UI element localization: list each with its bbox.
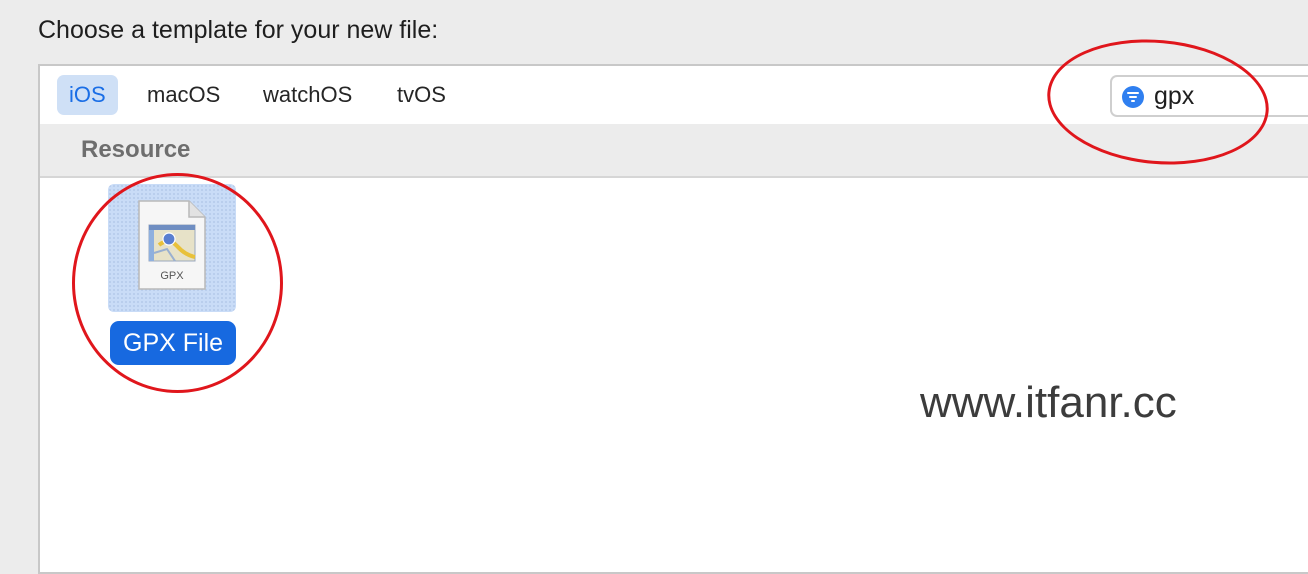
section-title: Resource — [81, 136, 191, 163]
template-annotation-circle — [72, 173, 283, 393]
tab-watchos[interactable]: watchOS — [251, 75, 364, 115]
tab-macos[interactable]: macOS — [135, 75, 232, 115]
tab-tvos[interactable]: tvOS — [385, 75, 458, 115]
tab-ios[interactable]: iOS — [57, 75, 118, 115]
watermark-text: www.itfanr.cc — [920, 378, 1177, 427]
dialog-prompt: Choose a template for your new file: — [38, 16, 439, 44]
